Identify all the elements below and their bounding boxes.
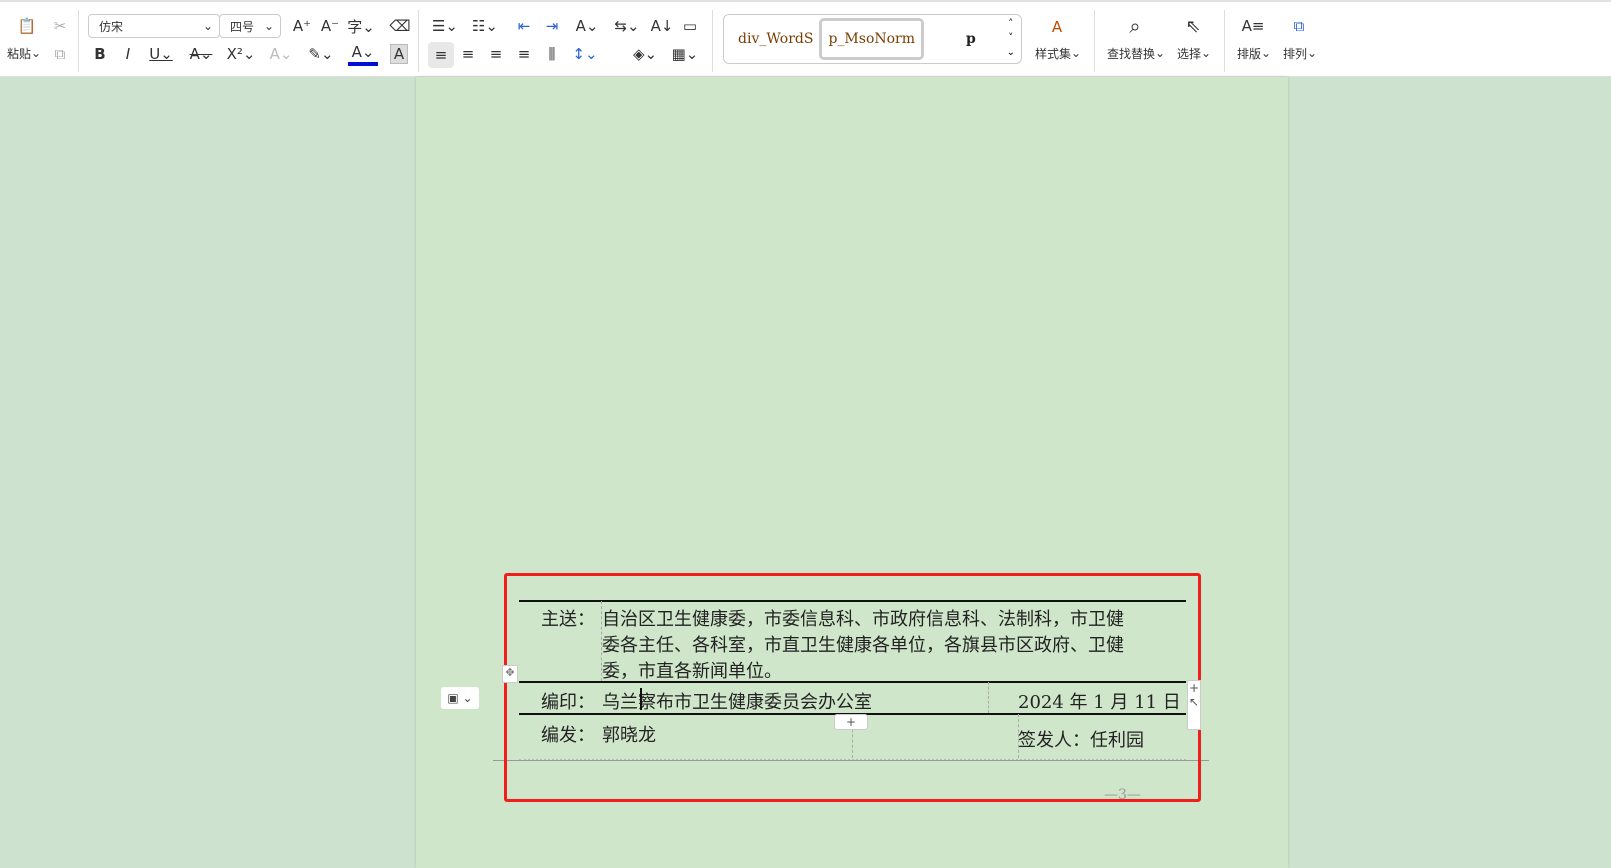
- table-move-handle-icon[interactable]: ✥: [502, 665, 518, 683]
- paste-button[interactable]: 粘贴 ⌄: [4, 44, 44, 62]
- size-value: 四号: [230, 19, 255, 34]
- add-column-icon[interactable]: +: [834, 714, 868, 730]
- char-spacing-icon[interactable]: A⌄: [572, 14, 602, 38]
- cut-icon[interactable]: ✂: [48, 14, 72, 38]
- arrange-button[interactable]: 排列 ⌄: [1280, 44, 1320, 62]
- style-set-button[interactable]: 样式集 ⌄: [1030, 44, 1086, 62]
- align-left-icon[interactable]: ≡: [428, 42, 454, 68]
- decrease-indent-icon[interactable]: ⇤: [512, 14, 536, 38]
- phonetic-icon[interactable]: 字⌄: [346, 14, 376, 38]
- paste-icon[interactable]: 📋: [12, 14, 42, 38]
- bold-icon[interactable]: B: [88, 42, 112, 66]
- ribbon-toolbar: 📋 粘贴 ⌄ ✂ ⧉ 仿宋 ⌄ 四号 ⌄ A⁺ A⁻ 字⌄ ⌫ B I U⌄ A⌄ X…: [0, 0, 1611, 77]
- find-replace-label: 查找替换: [1106, 46, 1155, 61]
- ruler-icon[interactable]: ▭: [678, 14, 702, 38]
- underline-icon[interactable]: U⌄: [146, 42, 176, 66]
- text-direction-icon[interactable]: ⇆⌄: [612, 14, 642, 38]
- arrange-icon[interactable]: ⧉: [1286, 14, 1312, 38]
- add-row-icon[interactable]: + ↖: [1187, 680, 1201, 730]
- highlight-icon[interactable]: ✎⌄: [306, 42, 336, 66]
- numbered-list-icon[interactable]: ☷⌄: [470, 14, 500, 38]
- style-p[interactable]: p: [960, 18, 982, 60]
- style-set-icon[interactable]: A: [1044, 14, 1070, 40]
- table-layout-icon[interactable]: ▣ ⌄: [441, 687, 479, 709]
- gallery-scroll-icon[interactable]: ˄ ˅ ⌄: [1007, 18, 1015, 60]
- layout-icon[interactable]: A≡: [1240, 14, 1266, 38]
- search-icon[interactable]: ⌕: [1122, 12, 1148, 40]
- find-replace-button[interactable]: 查找替换 ⌄: [1104, 44, 1168, 62]
- select-label: 选择: [1176, 46, 1201, 61]
- text-effect-icon[interactable]: A⌄: [266, 42, 296, 66]
- cursor-select-icon[interactable]: ⇖: [1180, 12, 1206, 40]
- style-div-words[interactable]: div_WordS: [732, 18, 819, 60]
- font-family-select[interactable]: 仿宋 ⌄: [88, 14, 220, 38]
- sort-icon[interactable]: A↓: [650, 14, 674, 38]
- font-size-select[interactable]: 四号 ⌄: [219, 14, 281, 38]
- font-value: 仿宋: [99, 19, 124, 34]
- layout-button[interactable]: 排版 ⌄: [1234, 44, 1274, 62]
- style-gallery[interactable]: div_WordS p_MsoNorm p ˄ ˅ ⌄: [723, 14, 1022, 64]
- superscript-icon[interactable]: X²⌄: [226, 42, 256, 66]
- select-button[interactable]: 选择 ⌄: [1174, 44, 1214, 62]
- font-color-icon[interactable]: A⌄: [348, 42, 378, 66]
- distribute-icon[interactable]: ⫼: [540, 42, 564, 66]
- copy-icon[interactable]: ⧉: [48, 42, 72, 66]
- char-shading-icon[interactable]: A: [390, 44, 408, 64]
- strikethrough-icon[interactable]: A⌄: [186, 42, 216, 66]
- italic-icon[interactable]: I: [116, 42, 140, 66]
- arrange-label: 排列: [1282, 46, 1307, 61]
- justify-icon[interactable]: ≡: [512, 42, 536, 66]
- eraser-icon[interactable]: ⌫: [388, 14, 412, 38]
- increase-indent-icon[interactable]: ⇥: [540, 14, 564, 38]
- style-set-label: 样式集: [1034, 46, 1071, 61]
- bullet-list-icon[interactable]: ☰⌄: [430, 14, 460, 38]
- highlight-box: [504, 573, 1201, 802]
- style-p-msonorm[interactable]: p_MsoNorm: [819, 18, 925, 60]
- layout-label: 排版: [1236, 46, 1261, 61]
- shrink-font-icon[interactable]: A⁻: [318, 14, 342, 38]
- borders-icon[interactable]: ▦⌄: [670, 42, 700, 66]
- line-spacing-icon[interactable]: ↕⌄: [570, 42, 600, 66]
- align-center-icon[interactable]: ≡: [456, 42, 480, 66]
- shading-icon[interactable]: ◈⌄: [630, 42, 660, 66]
- paste-label: 粘贴: [6, 46, 31, 61]
- grow-font-icon[interactable]: A⁺: [290, 14, 314, 38]
- align-right-icon[interactable]: ≡: [484, 42, 508, 66]
